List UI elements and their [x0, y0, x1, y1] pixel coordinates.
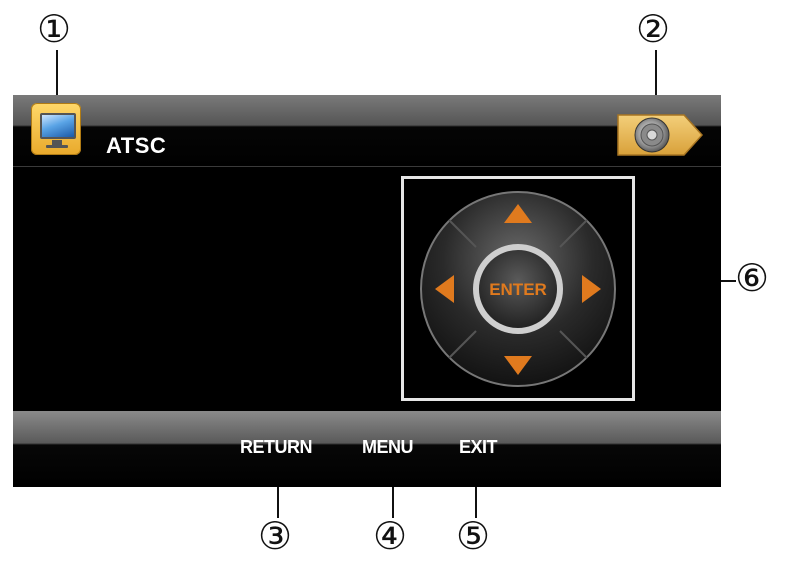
dpad-frame: ENTER	[401, 176, 635, 401]
source-label: ATSC	[106, 133, 167, 158]
callout-2: ②	[636, 7, 671, 51]
dpad: ENTER	[420, 191, 616, 387]
callout-4: ④	[373, 514, 408, 558]
menu-button[interactable]: MENU	[362, 437, 414, 458]
tv-screen: ATSC ENTER RETURN MENU EXIT	[13, 95, 721, 487]
source-button[interactable]	[31, 103, 81, 155]
enter-button[interactable]: ENTER	[473, 244, 563, 334]
callout-5: ⑤	[456, 514, 491, 558]
top-bar-divider	[13, 166, 721, 167]
speaker-icon	[617, 114, 704, 156]
return-button[interactable]: RETURN	[240, 437, 313, 458]
callout-6: ⑥	[735, 256, 770, 300]
exit-button[interactable]: EXIT	[459, 437, 498, 458]
callout-1: ①	[37, 7, 72, 51]
audio-button[interactable]	[616, 113, 704, 157]
callout-3: ③	[258, 514, 293, 558]
top-bar: ATSC	[13, 95, 721, 167]
tv-monitor-icon	[40, 113, 76, 139]
bottom-bar: RETURN MENU EXIT	[13, 411, 721, 487]
enter-label: ENTER	[489, 280, 547, 299]
